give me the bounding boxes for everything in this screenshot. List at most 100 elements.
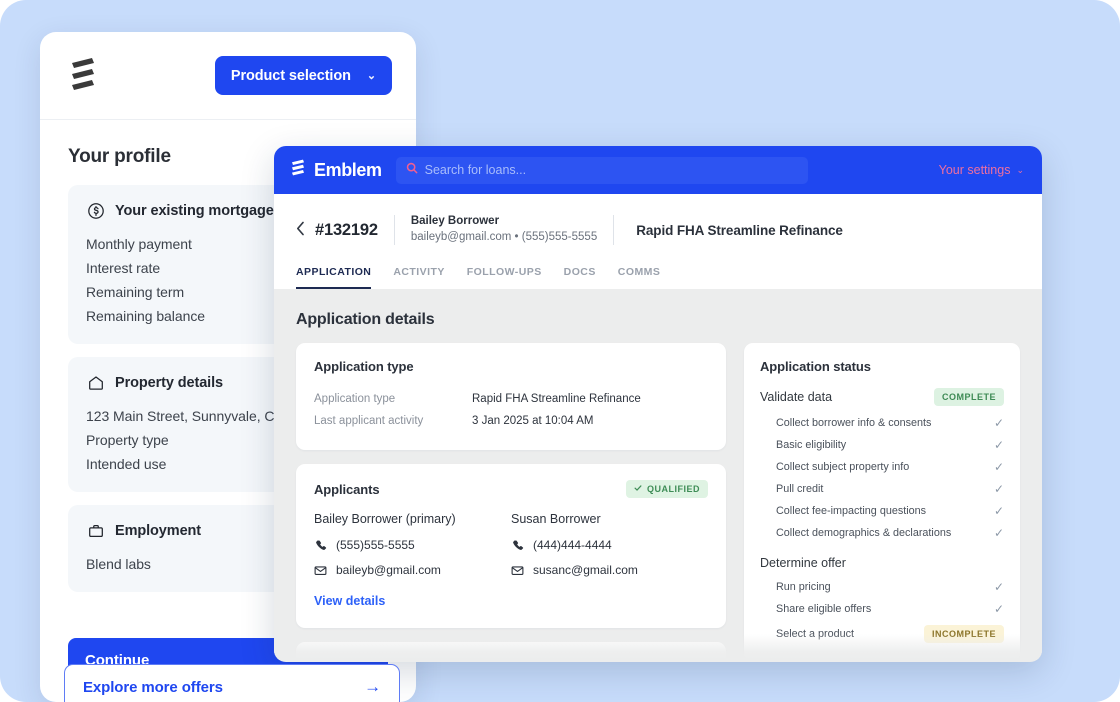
content-columns: Application type Application type Rapid …: [296, 343, 1020, 660]
card-title: Application type: [314, 359, 414, 374]
table-row: Last applicant activity 3 Jan 2025 at 10…: [314, 410, 708, 432]
card-header: Application status: [760, 359, 1004, 374]
status-badge-label: QUALIFIED: [647, 484, 700, 494]
field-label: 123 Main Street, Sunnyvale, CA: [86, 408, 284, 424]
tab-docs[interactable]: DOCS: [564, 266, 596, 289]
loan-id: #132192: [315, 221, 394, 240]
status-item: Share eligible offers ✓: [760, 598, 1004, 620]
existing-mortgage-card: Existing mortgage QUALIFIED: [296, 642, 726, 660]
phone-icon: [511, 539, 524, 552]
status-item: Collect subject property info ✓: [760, 456, 1004, 478]
section-title: Property details: [115, 375, 223, 391]
status-item-label: Collect subject property info: [776, 461, 909, 473]
check-icon: ✓: [994, 483, 1004, 495]
borrower-meta: Bailey Borrower baileyb@gmail.com • (555…: [395, 214, 613, 245]
mail-icon: [511, 564, 524, 577]
arrow-right-icon: →: [364, 677, 381, 697]
phone-icon: [314, 539, 327, 552]
check-icon: ✓: [994, 417, 1004, 429]
tab-comms[interactable]: COMMS: [618, 266, 661, 289]
emblem-wordmark: Emblem: [314, 160, 382, 181]
status-item: Pull credit ✓: [760, 478, 1004, 500]
emblem-brand[interactable]: Emblem: [290, 158, 382, 183]
check-icon: ✓: [994, 461, 1004, 473]
phone-value: (444)444-4444: [533, 538, 612, 552]
status-badge: INCOMPLETE: [924, 625, 1004, 643]
field-label: Remaining balance: [86, 308, 205, 324]
check-icon: ✓: [994, 505, 1004, 517]
dollar-circle-icon: [86, 201, 105, 220]
status-item-label: Share eligible offers: [776, 603, 871, 615]
card-title: Applicants: [314, 482, 379, 497]
check-icon: ✓: [994, 527, 1004, 539]
card-header: Applicants QUALIFIED: [314, 480, 708, 498]
emblem-logo: [290, 158, 307, 183]
tab-activity[interactable]: ACTIVITY: [393, 266, 444, 289]
search-icon: [406, 161, 418, 179]
status-item: Basic eligibility ✓: [760, 434, 1004, 456]
explore-more-offers-label: Explore more offers: [83, 679, 223, 696]
search-input[interactable]: [425, 163, 798, 177]
borrower-name: Bailey Borrower: [411, 214, 597, 230]
application-type-card: Application type Application type Rapid …: [296, 343, 726, 450]
status-item: Run pricing ✓: [760, 576, 1004, 598]
tab-application[interactable]: APPLICATION: [296, 266, 371, 289]
explore-more-offers-button[interactable]: Explore more offers →: [64, 664, 400, 702]
card-header: Existing mortgage QUALIFIED: [314, 658, 708, 660]
status-item-label: Run pricing: [776, 581, 831, 593]
phone-value: (555)555-5555: [336, 538, 415, 552]
section-title: Application details: [296, 311, 1020, 329]
section-title: Your existing mortgage: [115, 203, 274, 219]
applicants-grid: Bailey Borrower (primary) (555)555-5555: [314, 512, 708, 588]
email-value: baileyb@gmail.com: [336, 563, 441, 577]
applicant-name: Bailey Borrower (primary): [314, 512, 511, 526]
left-column: Application type Application type Rapid …: [296, 343, 726, 660]
status-group-label: Determine offer: [760, 556, 846, 570]
chevron-down-icon: ⌄: [367, 69, 376, 82]
product-selection-button[interactable]: Product selection ⌄: [215, 56, 392, 95]
field-label: Remaining term: [86, 284, 184, 300]
view-details-link[interactable]: View details: [314, 594, 385, 608]
status-item-label: Pull credit: [776, 483, 823, 495]
applicant-primary: Bailey Borrower (primary) (555)555-5555: [314, 512, 511, 588]
status-item-label: Collect fee-impacting questions: [776, 505, 926, 517]
chevron-down-icon: ⌄: [1016, 165, 1024, 176]
home-icon: [86, 373, 105, 392]
applicant-email: baileyb@gmail.com: [314, 563, 511, 577]
app-stage: Product selection ⌄ Your profile Your ex…: [0, 0, 1120, 702]
breadcrumb: #132192 Bailey Borrower baileyb@gmail.co…: [274, 208, 1042, 252]
status-group-validate-data: Validate data COMPLETE: [760, 388, 1004, 406]
application-details-content: Application details Application type App…: [274, 289, 1042, 660]
card-header: Application type: [314, 359, 708, 374]
borrower-app-topbar: Product selection ⌄: [40, 32, 416, 120]
status-item-label: Select a product: [776, 628, 854, 640]
check-icon: ✓: [994, 439, 1004, 451]
table-row: Application type Rapid FHA Streamline Re…: [314, 388, 708, 410]
email-value: susanc@gmail.com: [533, 563, 638, 577]
field-label: Blend labs: [86, 556, 151, 572]
los-topbar: Emblem Your settings ⌄: [274, 146, 1042, 194]
blend-logo: [68, 56, 98, 96]
status-badge: QUALIFIED: [626, 658, 708, 660]
status-group-label: Validate data: [760, 390, 832, 404]
status-item: Select a product INCOMPLETE: [760, 620, 1004, 648]
status-badge: QUALIFIED: [626, 480, 708, 498]
loan-origination-window: Emblem Your settings ⌄: [274, 146, 1042, 662]
check-icon: ✓: [994, 581, 1004, 593]
tab-follow-ups[interactable]: FOLLOW-UPS: [467, 266, 542, 289]
card-title: Existing mortgage: [314, 660, 426, 661]
card-title: Application status: [760, 359, 871, 374]
your-settings-menu[interactable]: Your settings ⌄: [939, 163, 1024, 177]
section-title: Employment: [115, 523, 201, 539]
right-column: Application status Validate data COMPLET…: [744, 343, 1020, 660]
loan-product: Rapid FHA Streamline Refinance: [614, 223, 843, 238]
status-item-label: Collect borrower info & consents: [776, 417, 931, 429]
applicant-email: susanc@gmail.com: [511, 563, 708, 577]
search-box[interactable]: [396, 157, 808, 184]
field-label: Application type: [314, 393, 472, 405]
application-status-card: Application status Validate data COMPLET…: [744, 343, 1020, 660]
chevron-left-icon[interactable]: [296, 221, 305, 240]
field-label: Monthly payment: [86, 236, 192, 252]
briefcase-icon: [86, 521, 105, 540]
status-badge: COMPLETE: [934, 388, 1004, 406]
